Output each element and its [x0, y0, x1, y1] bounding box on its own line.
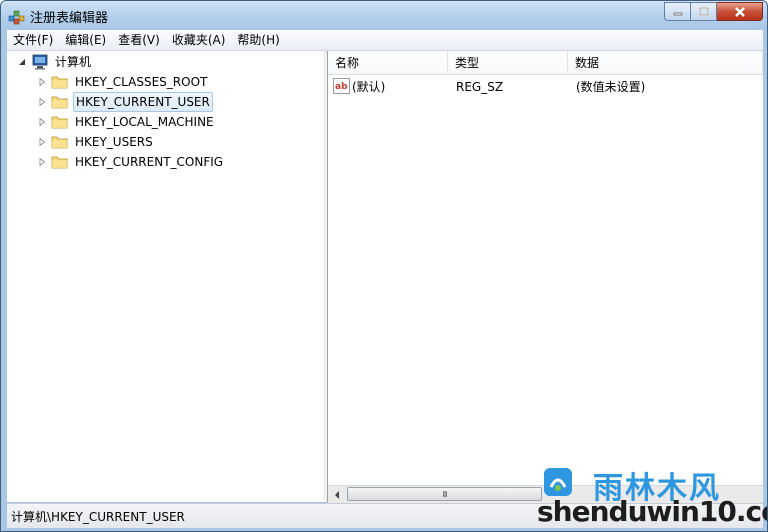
menu-favorites[interactable]: 收藏夹(A): [166, 30, 232, 50]
tree-pane[interactable]: 计算机 HKEY_CLASSES_ROOT HKEY_CURRENT_USER …: [7, 51, 324, 502]
expand-arrow-icon[interactable]: [37, 137, 47, 147]
registry-editor-icon: [8, 10, 25, 25]
expand-arrow-icon[interactable]: [37, 97, 47, 107]
string-value-icon: ab: [333, 78, 350, 94]
minimize-button[interactable]: [664, 2, 691, 21]
value-type: REG_SZ: [456, 80, 504, 94]
window-title: 注册表编辑器: [30, 11, 109, 26]
watermark-logo-icon: [544, 468, 572, 496]
menu-bar: 文件(F) 编辑(E) 查看(V) 收藏夹(A) 帮助(H): [7, 30, 763, 51]
tree-node-label[interactable]: HKEY_CURRENT_CONFIG: [73, 153, 225, 171]
folder-icon: [51, 156, 68, 169]
registry-editor-window: 注册表编辑器 文件(F) 编辑(E) 查看(V) 收藏夹(A) 帮助(H) 计算…: [0, 0, 768, 532]
expand-arrow-icon[interactable]: [37, 77, 47, 87]
minimize-icon: [673, 12, 682, 15]
tree-node-label[interactable]: HKEY_USERS: [73, 133, 155, 151]
scroll-grip: III: [442, 489, 447, 499]
expand-arrow-icon[interactable]: [37, 157, 47, 167]
column-header-type[interactable]: 类型: [448, 51, 568, 75]
tree-node-label[interactable]: HKEY_CLASSES_ROOT: [73, 73, 209, 91]
client-area: 计算机 HKEY_CLASSES_ROOT HKEY_CURRENT_USER …: [7, 51, 763, 503]
tree-node-hkey-classes-root[interactable]: HKEY_CLASSES_ROOT: [37, 72, 209, 92]
watermark: 雨林木风 shenduwin10.com: [537, 467, 767, 531]
values-list-pane[interactable]: 名称 类型 数据 ab (默认) REG_SZ (数值未设置) III: [328, 51, 763, 503]
scroll-left-button[interactable]: [328, 486, 345, 503]
watermark-domain: shenduwin10.com: [537, 495, 767, 528]
tree-node-hkey-current-config[interactable]: HKEY_CURRENT_CONFIG: [37, 152, 225, 172]
folder-icon: [51, 96, 68, 109]
scroll-thumb[interactable]: III: [347, 487, 542, 501]
svg-text:ab: ab: [335, 82, 348, 92]
close-icon: [734, 6, 745, 17]
folder-icon: [51, 76, 68, 89]
scroll-left-icon: [334, 490, 339, 499]
menu-edit[interactable]: 编辑(E): [59, 30, 112, 50]
tree-node-hkey-current-user[interactable]: HKEY_CURRENT_USER: [37, 92, 213, 112]
value-data: (数值未设置): [576, 80, 646, 94]
maximize-button[interactable]: [691, 2, 717, 21]
column-header-data[interactable]: 数据: [568, 51, 763, 75]
tree-node-hkey-local-machine[interactable]: HKEY_LOCAL_MACHINE: [37, 112, 216, 132]
status-path: 计算机\HKEY_CURRENT_USER: [11, 510, 185, 524]
collapse-arrow-icon[interactable]: [17, 57, 27, 67]
maximize-icon: [698, 6, 709, 16]
menu-help[interactable]: 帮助(H): [231, 30, 285, 50]
menu-view[interactable]: 查看(V): [112, 30, 166, 50]
menu-file[interactable]: 文件(F): [7, 30, 59, 50]
folder-icon: [51, 136, 68, 149]
list-item[interactable]: ab (默认) REG_SZ (数值未设置): [328, 77, 763, 97]
tree-node-label[interactable]: HKEY_LOCAL_MACHINE: [73, 113, 216, 131]
folder-icon: [51, 116, 68, 129]
tree-root[interactable]: 计算机: [17, 52, 93, 72]
expand-arrow-icon[interactable]: [37, 117, 47, 127]
value-name[interactable]: (默认): [352, 78, 385, 96]
title-bar[interactable]: 注册表编辑器: [1, 1, 767, 30]
tree-root-label[interactable]: 计算机: [53, 53, 93, 71]
column-header-name[interactable]: 名称: [328, 51, 448, 75]
close-button[interactable]: [717, 2, 763, 21]
computer-icon: [32, 54, 48, 70]
caption-buttons: [664, 2, 763, 21]
tree-node-label-selected[interactable]: HKEY_CURRENT_USER: [73, 92, 213, 112]
tree-node-hkey-users[interactable]: HKEY_USERS: [37, 132, 155, 152]
